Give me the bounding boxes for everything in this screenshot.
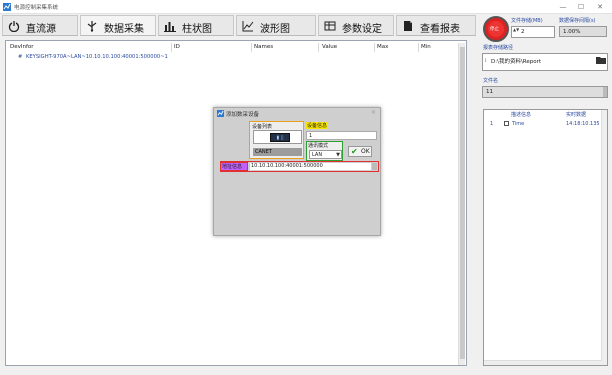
dialog-title: 添加数采设备 (226, 112, 260, 118)
app-logo-icon (217, 110, 224, 117)
maximize-button[interactable]: ☐ (576, 2, 586, 12)
tab-label: 波形图 (260, 24, 290, 35)
ok-label: OK (361, 148, 370, 155)
tab-parameters[interactable]: 参数设定 (318, 15, 394, 36)
filename-label: 文件名 (483, 78, 499, 84)
column-header-devinfor[interactable]: DevInfor (10, 44, 34, 50)
column-divider (251, 43, 252, 52)
file-storage-value: 2 (521, 29, 525, 35)
filename-value: 11 (486, 89, 493, 95)
document-icon (404, 21, 412, 31)
list-vertical-scrollbar[interactable] (601, 110, 607, 365)
comm-mode-panel: 通讯模式 LAN ▼ (306, 141, 343, 161)
devinfo-cell: KEYSIGHT-970A~LAN~10.10.10.100:40001:500… (26, 54, 168, 60)
device-name[interactable]: CANET (253, 148, 302, 156)
tab-label: 参数设定 (342, 24, 382, 35)
checkmark-icon: ✔ (351, 147, 358, 156)
address-label: 地址信息 (220, 162, 248, 171)
tab-dc-source[interactable]: 直流源 (2, 15, 78, 36)
list-item-index: 1 (490, 121, 494, 127)
status-bar (0, 366, 612, 375)
table-icon (324, 21, 336, 31)
dialog-close-button[interactable]: × (371, 109, 376, 116)
tab-bar-chart[interactable]: 柱状图 (158, 15, 234, 36)
device-info-label: 设备信息 (306, 122, 329, 129)
comm-mode-value: LAN (312, 152, 323, 158)
main-tab-bar: 直流源 数据采集 柱状图 波形图 参数设定 查看报表 (0, 14, 480, 37)
tab-data-acquisition[interactable]: 数据采集 (80, 15, 156, 36)
tab-waveform[interactable]: 波形图 (236, 15, 316, 36)
spinner-arrows-icon[interactable]: ▲▼ (513, 27, 519, 32)
ok-button[interactable]: ✔ OK (348, 146, 372, 157)
column-header-value[interactable]: Value (322, 44, 337, 50)
column-header-max[interactable]: Max (377, 44, 388, 50)
save-interval-label: 数据保存间隔(s) (559, 18, 596, 24)
column-header-min[interactable]: Min (421, 44, 431, 50)
tab-report[interactable]: 查看报表 (396, 15, 476, 36)
column-divider (418, 43, 419, 52)
file-storage-label: 文件存储(MB) (511, 18, 543, 24)
column-divider (318, 43, 319, 52)
address-scrollbar[interactable] (372, 163, 377, 170)
window-title: 电源控制采集系统 (14, 5, 59, 11)
column-header-description: 描述信息 (511, 112, 532, 118)
tab-label: 柱状图 (182, 24, 212, 35)
list-item-checkbox[interactable] (504, 121, 509, 126)
grid-header: DevInfor ID Names Value Max Min (6, 43, 466, 52)
report-path-input[interactable]: ⁞ D:\我的资料\Report (482, 53, 608, 71)
report-path-value: D:\我的资料\Report (491, 59, 542, 65)
list-horizontal-scrollbar[interactable] (484, 360, 602, 365)
save-interval-value: 1.00% (559, 26, 607, 37)
grid-vertical-scrollbar[interactable] (458, 43, 465, 365)
close-window-button[interactable]: ✕ (595, 2, 605, 12)
comm-mode-select[interactable]: LAN ▼ (309, 150, 342, 159)
realtime-data-list[interactable]: 描述信息 实时数据 1 Time 14:18:10.135 (483, 109, 608, 366)
filename-scrollbar[interactable] (603, 87, 607, 97)
file-storage-spinner[interactable]: ▲▼ 2 (511, 26, 555, 38)
path-handle-icon: ⁞ (485, 58, 487, 64)
device-module-icon: ▮ ▯ (270, 133, 290, 142)
column-divider (171, 43, 172, 52)
row-marker: # (18, 54, 23, 60)
stop-button[interactable]: 停止 (483, 16, 509, 42)
column-header-id[interactable]: ID (174, 44, 180, 50)
device-list-label: 设备列表 (252, 124, 273, 130)
comm-mode-label: 通讯模式 (308, 143, 329, 149)
chevron-down-icon: ▼ (336, 152, 340, 158)
report-path-label: 报表存储路径 (483, 45, 514, 51)
device-info-input[interactable]: 1 (306, 131, 377, 140)
device-thumbnail[interactable]: ▮ ▯ (253, 130, 302, 144)
minimize-button[interactable]: — (558, 2, 568, 12)
list-item-description: Time (512, 121, 525, 127)
tab-label: 查看报表 (420, 24, 460, 35)
usb-icon (87, 21, 97, 32)
column-header-names[interactable]: Names (254, 44, 273, 50)
list-item-value: 14:18:10.135 (566, 121, 600, 127)
scrollbar-thumb[interactable] (460, 47, 465, 359)
device-list-panel: 设备列表 ▮ ▯ CANET (249, 121, 304, 159)
app-logo-icon (3, 3, 11, 11)
tab-label: 数据采集 (104, 24, 144, 35)
filename-input[interactable]: 11 (482, 86, 608, 98)
folder-icon[interactable] (596, 56, 606, 64)
power-icon (8, 21, 20, 32)
table-row[interactable]: # KEYSIGHT-970A~LAN~10.10.10.100:40001:5… (6, 53, 456, 62)
column-divider (374, 43, 375, 52)
line-chart-icon (242, 21, 254, 32)
tab-label: 直流源 (26, 24, 56, 35)
stop-label: 停止 (490, 27, 499, 32)
column-header-realtime: 实时数据 (566, 112, 587, 118)
bar-chart-icon (164, 22, 176, 32)
address-input[interactable]: 10.10.10.100:40001:500000 (250, 163, 371, 170)
title-bar: 电源控制采集系统 — ☐ ✕ (0, 0, 612, 14)
add-device-dialog: 添加数采设备 × 设备列表 ▮ ▯ CANET 设备信息 1 通讯模式 LAN … (213, 107, 381, 236)
right-control-panel: 停止 文件存储(MB) ▲▼ 2 数据保存间隔(s) 1.00% 报表存储路径 … (480, 14, 612, 375)
